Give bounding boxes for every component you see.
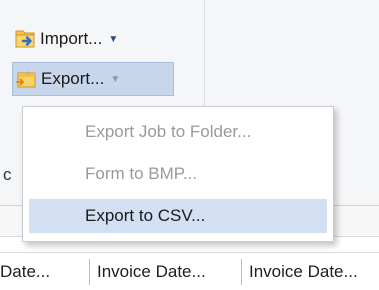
grid-header-row: Date... Invoice Date... Invoice Date... — [0, 252, 379, 290]
ribbon-group-caption: c — [3, 165, 12, 184]
export-button-label: Export... — [41, 69, 105, 88]
menu-item-export-job-to-folder[interactable]: Export Job to Folder... — [29, 115, 327, 149]
chevron-down-icon: ▼ — [108, 33, 119, 45]
column-divider[interactable] — [89, 259, 90, 285]
column-header[interactable]: Date... — [0, 253, 86, 290]
folder-import-icon — [14, 28, 36, 50]
column-header[interactable]: Invoice Date... — [249, 253, 379, 290]
column-divider[interactable] — [241, 259, 242, 285]
export-button[interactable]: Export... ▼ — [12, 62, 174, 96]
chevron-down-icon: ▼ — [110, 73, 121, 85]
menu-item-form-to-bmp[interactable]: Form to BMP... — [29, 157, 327, 191]
import-button[interactable]: Import... ▼ — [14, 24, 164, 54]
import-button-label: Import... — [40, 29, 103, 48]
export-dropdown-menu: Export Job to Folder... Form to BMP... E… — [22, 106, 334, 242]
column-header[interactable]: Invoice Date... — [97, 253, 238, 290]
menu-item-export-to-csv[interactable]: Export to CSV... — [29, 199, 327, 233]
export-folder-icon — [15, 68, 37, 90]
